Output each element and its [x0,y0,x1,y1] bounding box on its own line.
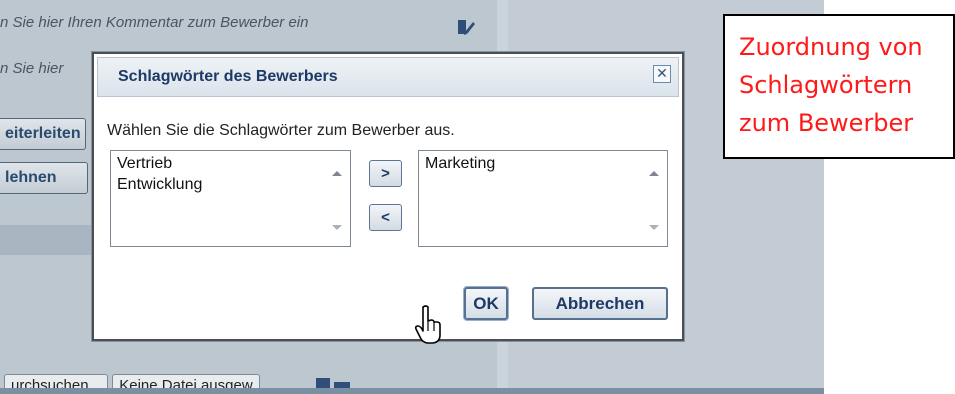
scroll-down-arrow-icon[interactable] [332,225,342,230]
reject-button: lehnen [0,162,88,194]
forward-button: eiterleiten [0,118,86,150]
ok-button[interactable]: OK [464,287,508,320]
edit-pencil-icon [458,20,475,35]
bg-bottom-border [0,388,824,394]
close-icon[interactable]: ✕ [653,65,671,83]
dialog-titlebar: Schlagwörter des Bewerbers ✕ [97,57,679,97]
hand-cursor-icon [414,305,441,344]
scroll-down-arrow-icon[interactable] [649,225,659,230]
list-item-marketing[interactable]: Marketing [425,153,495,174]
remove-keyword-button[interactable]: < [369,204,402,231]
selected-keywords-list[interactable]: Marketing [418,150,668,247]
scroll-up-arrow-icon[interactable] [332,171,342,176]
comment-field-placeholder-2: n Sie hier [0,60,64,77]
available-keywords-list[interactable]: Vertrieb Entwicklung [110,150,351,247]
callout-line-3: zum Bewerber [739,109,914,137]
list-item-vertrieb[interactable]: Vertrieb [117,153,202,174]
keywords-dialog: Schlagwörter des Bewerbers ✕ Wählen Sie … [92,52,684,341]
scroll-up-arrow-icon[interactable] [649,171,659,176]
annotation-callout: Zuordnung von Schlagwörtern zum Bewerber [723,14,955,159]
comment-field-placeholder: n Sie hier Ihren Kommentar zum Bewerber … [0,14,309,31]
cancel-button[interactable]: Abbrechen [532,287,668,320]
dialog-instruction: Wählen Sie die Schlagwörter zum Bewerber… [107,122,455,139]
dialog-title: Schlagwörter des Bewerbers [118,68,338,85]
callout-line-2: Schlagwörtern [739,71,913,99]
list-item-entwicklung[interactable]: Entwicklung [117,174,202,195]
callout-line-1: Zuordnung von [739,33,923,61]
add-keyword-button[interactable]: > [369,160,402,187]
